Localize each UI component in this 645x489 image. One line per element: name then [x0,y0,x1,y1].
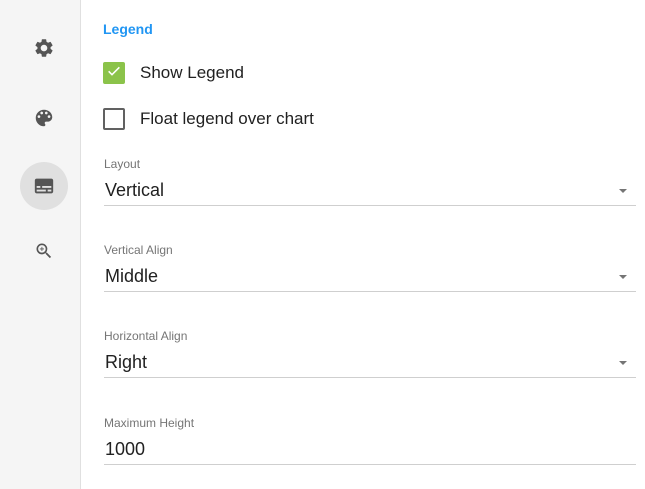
palette-icon [33,107,55,129]
dropdown-arrow-icon [619,188,627,193]
legend-settings-panel: Legend Show Legend Float legend over cha… [0,0,645,489]
layout-select[interactable]: Vertical [104,176,636,206]
zoom-in-icon [34,241,54,261]
vertical-align-select[interactable]: Middle [104,262,636,292]
checkmark-icon [106,63,122,84]
float-legend-label: Float legend over chart [140,109,314,128]
sidebar-item-colors[interactable] [20,94,68,142]
show-legend-label: Show Legend [140,63,244,82]
max-height-input-row [104,435,636,465]
dropdown-arrow-icon [619,360,627,365]
max-height-input[interactable] [104,439,636,460]
float-legend-checkbox-row[interactable]: Float legend over chart [103,107,314,131]
section-title: Legend [103,21,153,37]
max-height-field: Maximum Height [104,416,636,465]
horizontal-align-value: Right [105,352,148,372]
legend-icon [33,175,55,197]
vertical-align-label: Vertical Align [104,243,173,257]
float-legend-checkbox[interactable] [103,108,125,130]
settings-sidebar [0,0,81,489]
max-height-label: Maximum Height [104,416,195,430]
horizontal-align-select[interactable]: Right [104,348,636,378]
sidebar-item-general[interactable] [20,24,68,72]
gear-icon [33,37,55,59]
show-legend-checkbox[interactable] [103,62,125,84]
vertical-align-value: Middle [105,266,159,286]
sidebar-item-zoom[interactable] [20,227,68,275]
layout-value: Vertical [105,180,165,200]
show-legend-checkbox-row[interactable]: Show Legend [103,61,244,85]
dropdown-arrow-icon [619,274,627,279]
vertical-align-field: Vertical Align Middle [104,243,636,292]
layout-field: Layout Vertical [104,157,636,206]
horizontal-align-field: Horizontal Align Right [104,329,636,378]
horizontal-align-label: Horizontal Align [104,329,188,343]
legend-options: Legend Show Legend Float legend over cha… [81,0,645,489]
layout-label: Layout [104,157,141,171]
sidebar-item-legend[interactable] [20,162,68,210]
